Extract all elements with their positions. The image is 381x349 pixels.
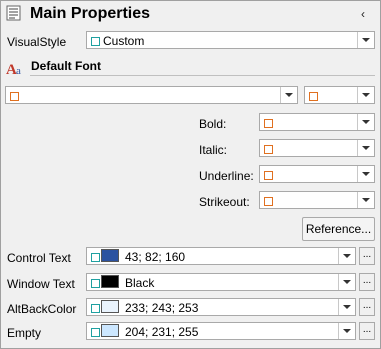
checkbox-icon <box>91 304 100 313</box>
visual-style-value: Custom <box>103 34 145 48</box>
underline-select[interactable] <box>259 165 375 183</box>
font-aa-icon: A a <box>6 62 21 76</box>
default-font-label: Default Font <box>31 59 101 73</box>
checkbox-icon <box>91 328 100 337</box>
reference-button[interactable]: Reference... <box>302 217 375 241</box>
dropdown-arrow-icon[interactable] <box>338 323 355 339</box>
empty-label: Empty <box>7 326 42 340</box>
dropdown-arrow-icon[interactable] <box>280 87 297 103</box>
window-text-label: Window Text <box>7 277 75 291</box>
empty-ellipsis-button[interactable]: ... <box>359 322 375 340</box>
italic-select[interactable] <box>259 139 375 157</box>
dropdown-arrow-icon[interactable] <box>357 166 374 182</box>
checkbox-icon <box>264 171 273 180</box>
alt-back-color-select[interactable]: 233; 243; 253 <box>86 298 356 316</box>
strikeout-select[interactable] <box>259 191 375 209</box>
bold-select[interactable] <box>259 113 375 131</box>
color-swatch <box>101 249 119 262</box>
font-name-select[interactable] <box>5 86 298 104</box>
checkbox-icon <box>309 92 318 101</box>
dropdown-arrow-icon[interactable] <box>338 248 355 264</box>
font-size-select[interactable] <box>304 86 375 104</box>
dropdown-arrow-icon[interactable] <box>338 299 355 315</box>
alt-back-color-label: AltBackColor <box>7 302 77 316</box>
window-text-value: Black <box>125 276 155 290</box>
dropdown-arrow-icon[interactable] <box>357 140 374 156</box>
checkbox-icon <box>264 197 273 206</box>
control-text-value: 43; 82; 160 <box>125 250 186 264</box>
alt-back-color-value: 233; 243; 253 <box>125 301 199 315</box>
empty-color-select[interactable]: 204; 231; 255 <box>86 322 356 340</box>
alt-back-color-ellipsis-button[interactable]: ... <box>359 298 375 316</box>
control-text-label: Control Text <box>7 251 71 265</box>
color-swatch <box>101 300 119 313</box>
control-text-color-select[interactable]: 43; 82; 160 <box>86 247 356 265</box>
bold-label: Bold: <box>199 117 227 131</box>
window-text-ellipsis-button[interactable]: ... <box>359 273 375 291</box>
checkbox-icon <box>91 253 100 262</box>
dropdown-arrow-icon[interactable] <box>357 192 374 208</box>
checkbox-icon <box>91 279 100 288</box>
color-swatch <box>101 275 119 288</box>
visual-style-label: VisualStyle <box>7 35 67 49</box>
dropdown-arrow-icon[interactable] <box>338 274 355 290</box>
checkbox-icon <box>264 145 273 154</box>
dropdown-arrow-icon[interactable] <box>357 87 374 103</box>
checkbox-icon <box>264 119 273 128</box>
strikeout-label: Strikeout: <box>199 195 250 209</box>
collapse-button[interactable]: ‹ <box>361 7 365 21</box>
checkbox-icon <box>10 92 19 101</box>
underline-label: Underline: <box>199 169 254 183</box>
divider <box>30 75 375 76</box>
dropdown-arrow-icon[interactable] <box>357 114 374 130</box>
dropdown-arrow-icon[interactable] <box>357 32 374 48</box>
italic-label: Italic: <box>199 143 228 157</box>
checkbox-icon <box>91 37 100 46</box>
panel-title: Main Properties <box>30 5 151 22</box>
visual-style-select[interactable]: Custom <box>86 31 375 49</box>
control-text-ellipsis-button[interactable]: ... <box>359 247 375 265</box>
empty-value: 204; 231; 255 <box>125 325 199 339</box>
window-text-color-select[interactable]: Black <box>86 273 356 291</box>
color-swatch <box>101 324 119 337</box>
svg-text:a: a <box>16 65 21 76</box>
properties-list-icon <box>6 5 21 21</box>
